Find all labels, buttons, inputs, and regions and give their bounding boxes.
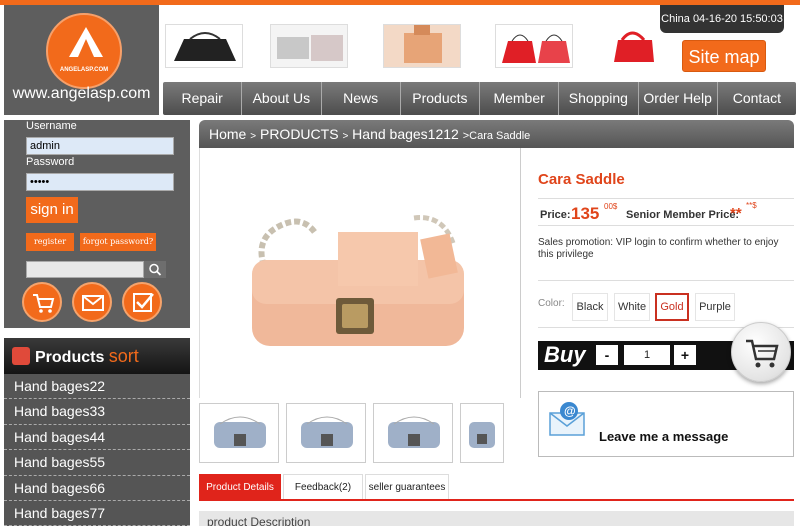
category-item[interactable]: Hand bages44 (4, 425, 190, 451)
sort-title-main: Products (35, 349, 105, 366)
logo-text: ANGELASP.COM (59, 67, 109, 73)
svg-text:@: @ (564, 404, 576, 418)
username-field[interactable]: admin (26, 137, 174, 155)
checklist-icon[interactable] (122, 282, 162, 322)
add-to-cart-button[interactable] (731, 322, 791, 382)
color-option-purple[interactable]: Purple (695, 293, 735, 321)
price-currency: 00$ (604, 202, 618, 211)
breadcrumb-separator: > (250, 131, 257, 142)
promotion-text: Sales promotion: VIP login to confirm wh… (538, 237, 779, 260)
category-item[interactable]: Hand bages77 (4, 501, 190, 526)
senior-price-label: Senior Member Price: (626, 209, 740, 221)
product-main-image[interactable] (199, 148, 521, 398)
sign-in-button[interactable]: sign in (26, 197, 78, 223)
search-icon (149, 263, 162, 276)
senior-price-value: ** (730, 205, 742, 222)
email-icon: @ (548, 399, 588, 439)
category-item[interactable]: Hand bages33 (4, 399, 190, 425)
color-selector: Color: Black White Gold Purple (538, 280, 794, 328)
logo-block[interactable]: ANGELASP.COM www.angelasp.com (4, 5, 159, 115)
leave-message-label: Leave me a message (599, 429, 729, 444)
category-item[interactable]: Hand bages66 (4, 476, 190, 501)
nav-shopping[interactable]: Shopping (559, 82, 639, 115)
senior-price-currency: **$ (746, 201, 757, 210)
products-sort-header: Products sort (4, 338, 190, 374)
header-bag-image[interactable] (270, 24, 348, 68)
shopping-cart-icon (746, 339, 779, 368)
price-row: Price: 135 00$ Senior Member Price: ** *… (538, 198, 794, 226)
color-option-gold[interactable]: Gold (655, 293, 689, 321)
product-description-header: product Description (199, 511, 794, 526)
breadcrumb-category[interactable]: Hand bages1212 (352, 126, 459, 142)
site-map-button[interactable]: Site map (682, 40, 766, 72)
logo-icon: ANGELASP.COM (46, 13, 122, 89)
search-input[interactable] (26, 261, 144, 278)
nav-repair[interactable]: Repair (163, 82, 243, 115)
breadcrumb-separator: > (342, 131, 349, 142)
datetime-display: China 04-16-20 15:50:03 (660, 5, 784, 33)
quantity-input[interactable]: 1 (624, 345, 670, 365)
sort-title-accent: sort (108, 346, 139, 366)
register-button[interactable]: register (26, 233, 74, 251)
product-thumbnail[interactable] (199, 403, 279, 463)
products-sort-title: Products sort (35, 346, 139, 367)
nav-about-us[interactable]: About Us (242, 82, 322, 115)
password-field[interactable]: ••••• (26, 173, 174, 191)
main-navigation: Repair About Us News Products Member Sho… (163, 82, 796, 115)
product-thumbnail[interactable] (373, 403, 453, 463)
site-url: www.angelasp.com (12, 85, 151, 102)
nav-member[interactable]: Member (480, 82, 560, 115)
username-label: Username (26, 120, 77, 132)
quantity-decrease-button[interactable]: - (596, 345, 618, 365)
tab-product-details[interactable]: Product Details (199, 474, 281, 499)
header-bag-image[interactable] (495, 24, 573, 68)
nav-news[interactable]: News (322, 82, 401, 115)
price-label: Price: (540, 209, 571, 221)
sort-icon (12, 347, 30, 365)
color-label: Color: (538, 298, 565, 309)
tabs-underline (199, 499, 794, 501)
product-thumbnail[interactable] (460, 403, 504, 463)
product-title: Cara Saddle (538, 171, 625, 188)
header-bag-image[interactable] (165, 24, 243, 68)
header-bag-image[interactable] (600, 24, 656, 68)
buy-label: Buy (544, 342, 586, 367)
leave-message-box[interactable]: @ Leave me a message (538, 391, 794, 457)
login-panel: Username admin Password ••••• sign in re… (4, 120, 190, 328)
breadcrumb: Home > PRODUCTS > Hand bages1212 >Cara S… (199, 120, 794, 148)
price-value: 135 (571, 204, 600, 223)
tab-feedback[interactable]: Feedback(2) (283, 474, 363, 499)
tab-seller-guarantees[interactable]: seller guarantees (365, 474, 449, 499)
nav-order-help[interactable]: Order Help (639, 82, 718, 115)
breadcrumb-home[interactable]: Home (209, 126, 246, 142)
category-item[interactable]: Hand bages22 (4, 374, 190, 400)
nav-contact[interactable]: Contact (718, 82, 796, 115)
password-label: Password (26, 156, 75, 168)
color-option-black[interactable]: Black (572, 293, 608, 321)
mail-icon[interactable] (72, 282, 112, 322)
quantity-increase-button[interactable]: + (674, 345, 696, 365)
forgot-password-button[interactable]: forgot password? (80, 233, 156, 251)
cart-icon[interactable] (22, 282, 62, 322)
nav-products[interactable]: Products (401, 82, 480, 115)
breadcrumb-products[interactable]: PRODUCTS (260, 126, 339, 142)
breadcrumb-current: >Cara Saddle (462, 130, 531, 142)
category-list: Hand bages22 Hand bages33 Hand bages44 H… (4, 374, 190, 526)
product-thumbnail[interactable] (286, 403, 366, 463)
category-item[interactable]: Hand bages55 (4, 450, 190, 476)
search-button[interactable] (144, 261, 166, 278)
header-bag-image[interactable] (383, 24, 461, 68)
color-option-white[interactable]: White (614, 293, 650, 321)
